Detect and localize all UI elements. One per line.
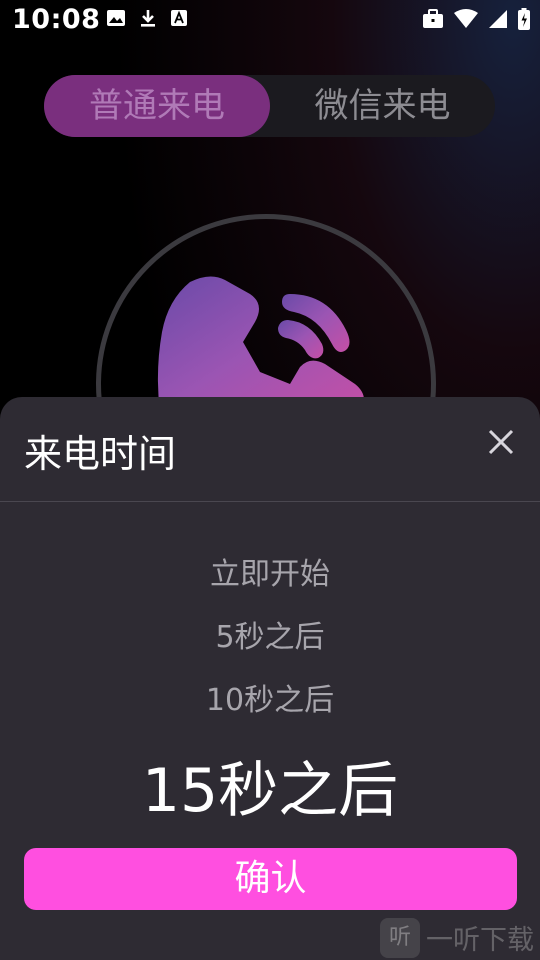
wifi-icon bbox=[454, 9, 478, 28]
call-time-sheet: 来电时间 立即开始 5秒之后 10秒之后 15秒之后 确认 bbox=[0, 397, 540, 960]
option-15s-selected[interactable]: 15秒之后 bbox=[0, 742, 540, 829]
watermark-logo: 听 bbox=[380, 917, 420, 958]
font-app-icon bbox=[171, 10, 187, 26]
battery-icon bbox=[518, 8, 530, 30]
briefcase-icon bbox=[423, 9, 443, 28]
close-icon[interactable] bbox=[486, 427, 516, 457]
watermark-text: 一听下载 bbox=[426, 925, 534, 956]
option-immediate[interactable]: 立即开始 bbox=[0, 549, 540, 593]
watermark: 听 一听下载 bbox=[380, 915, 540, 960]
option-10s[interactable]: 10秒之后 bbox=[0, 675, 540, 719]
sheet-title: 来电时间 bbox=[24, 432, 177, 476]
signal-icon bbox=[489, 10, 507, 28]
tab-wechat-call[interactable]: 微信来电 bbox=[270, 75, 495, 137]
divider bbox=[0, 501, 540, 502]
status-bar: 10:08 bbox=[0, 0, 540, 40]
gallery-icon bbox=[107, 10, 125, 26]
status-time: 10:08 bbox=[12, 4, 101, 35]
phone-icon bbox=[157, 276, 364, 412]
call-type-tabs: 普通来电 微信来电 bbox=[44, 75, 495, 137]
confirm-button[interactable]: 确认 bbox=[24, 848, 517, 910]
option-5s[interactable]: 5秒之后 bbox=[0, 612, 540, 656]
download-icon bbox=[141, 10, 155, 27]
tab-normal-call[interactable]: 普通来电 bbox=[44, 75, 270, 137]
